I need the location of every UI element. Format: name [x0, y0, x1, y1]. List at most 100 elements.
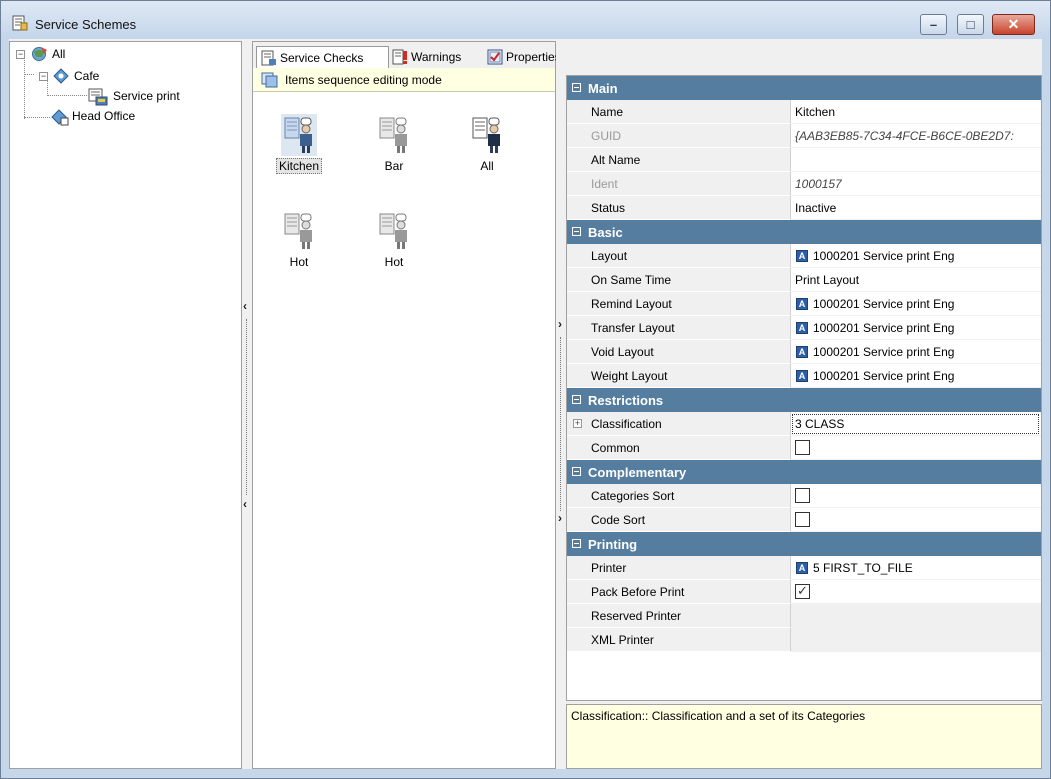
splitter-grip[interactable] [246, 319, 247, 495]
property-value-text: 1000201 Service print Eng [813, 297, 955, 311]
property-common[interactable]: Common [567, 436, 1041, 460]
service-checks-panel: Service Checks Warnings Properties Items… [252, 41, 561, 769]
property-label-text: Status [591, 201, 626, 215]
property-label: XML Printer [567, 628, 791, 652]
property-label-text: Name [591, 105, 624, 119]
collapse-icon[interactable] [572, 227, 581, 236]
tab-warnings[interactable]: Warnings [390, 46, 482, 68]
check-item-hot[interactable]: Hot [363, 212, 425, 278]
check-item-bar[interactable]: Bar [363, 116, 425, 182]
title-bar[interactable]: Service Schemes – □ ✕ [1, 1, 1050, 39]
property-status[interactable]: Status Inactive [567, 196, 1041, 220]
property-alt-name[interactable]: Alt Name [567, 148, 1041, 172]
property-ident[interactable]: Ident 1000157 [567, 172, 1041, 196]
collapse-icon[interactable] [572, 539, 581, 548]
common-checkbox[interactable] [795, 440, 810, 455]
check-item-label: Kitchen [268, 158, 330, 174]
tab-label: Properties [506, 50, 561, 64]
property-value[interactable]: A 1000201 Service print Eng [791, 364, 1041, 388]
expand-right-arrow-icon[interactable]: › [558, 317, 562, 331]
check-item-hot[interactable]: Hot [268, 212, 330, 278]
property-value[interactable]: Inactive [791, 196, 1041, 220]
description-text: Classification:: Classification and a se… [571, 709, 866, 723]
collapse-icon[interactable]: − [16, 50, 25, 59]
service-checks-icon [261, 50, 276, 66]
property-value: ✓ [791, 580, 1041, 604]
collapse-icon[interactable] [572, 395, 581, 404]
property-layout[interactable]: Layout A 1000201 Service print Eng [567, 244, 1041, 268]
property-guid[interactable]: GUID {AAB3EB85-7C34-4FCE-B6CE-0BE2D7: [567, 124, 1041, 148]
globe-icon [32, 47, 47, 61]
property-value[interactable]: A 5 FIRST_TO_FILE [791, 556, 1041, 580]
property-value[interactable]: 3 CLASS [791, 412, 1041, 436]
property-name[interactable]: Name Kitchen [567, 100, 1041, 124]
property-value[interactable] [791, 148, 1041, 172]
category-printing[interactable]: Printing [567, 532, 1041, 556]
sequence-mode-bar[interactable]: Items sequence editing mode [253, 68, 555, 92]
right-splitter[interactable]: › › [556, 41, 565, 769]
property-categories-sort[interactable]: Categories Sort [567, 484, 1041, 508]
category-restrictions[interactable]: Restrictions [567, 388, 1041, 412]
check-item-all[interactable]: All [456, 116, 518, 182]
minimize-button[interactable]: – [920, 14, 947, 35]
property-value[interactable]: A 1000201 Service print Eng [791, 316, 1041, 340]
maximize-button[interactable]: □ [957, 14, 984, 35]
tree-node-service-print[interactable]: Service print [88, 88, 208, 106]
chef-printer-icon [379, 213, 407, 249]
category-label: Complementary [588, 465, 687, 480]
code-sort-checkbox[interactable] [795, 512, 810, 527]
collapse-left-arrow-icon[interactable]: ‹ [243, 299, 247, 313]
property-value[interactable] [791, 604, 1041, 628]
layout-ref-icon: A [796, 322, 808, 334]
property-printer[interactable]: Printer A 5 FIRST_TO_FILE [567, 556, 1041, 580]
pack-before-print-checkbox[interactable]: ✓ [795, 583, 810, 599]
property-pack-before-print[interactable]: Pack Before Print ✓ [567, 580, 1041, 604]
tree-node-head-office[interactable]: Head Office [50, 108, 160, 126]
property-value[interactable]: Print Layout [791, 268, 1041, 292]
tree-connector [24, 57, 25, 119]
close-button[interactable]: ✕ [992, 14, 1035, 35]
category-main[interactable]: Main [567, 76, 1041, 100]
property-value-text: 3 CLASS [795, 417, 845, 431]
expand-icon[interactable]: + [573, 419, 582, 428]
property-code-sort[interactable]: Code Sort [567, 508, 1041, 532]
tab-properties[interactable]: Properties [485, 46, 561, 68]
scheme-tree[interactable]: − All − Cafe Service print Head Office [9, 41, 242, 769]
property-label: Void Layout [567, 340, 791, 364]
property-weight-layout[interactable]: Weight Layout A 1000201 Service print Eng [567, 364, 1041, 388]
collapse-icon[interactable] [572, 83, 581, 92]
collapse-icon[interactable] [572, 467, 581, 476]
property-value[interactable]: A 1000201 Service print Eng [791, 244, 1041, 268]
collapse-icon[interactable]: − [39, 72, 48, 81]
property-value[interactable] [791, 628, 1041, 652]
categories-sort-checkbox[interactable] [795, 488, 810, 503]
property-transfer-layout[interactable]: Transfer Layout A 1000201 Service print E… [567, 316, 1041, 340]
minimize-icon: – [929, 17, 938, 32]
tree-node-all[interactable]: − All [16, 46, 96, 64]
tab-service-checks[interactable]: Service Checks [256, 46, 389, 68]
chef-printer-icon [379, 117, 407, 153]
property-void-layout[interactable]: Void Layout A 1000201 Service print Eng [567, 340, 1041, 364]
collapse-left-arrow-icon[interactable]: ‹ [243, 497, 247, 511]
layout-ref-icon: A [796, 250, 808, 262]
tree-node-cafe[interactable]: − Cafe [39, 68, 119, 86]
property-value-text: Print Layout [795, 273, 860, 287]
property-value[interactable]: A 1000201 Service print Eng [791, 292, 1041, 316]
property-on-same-time[interactable]: On Same Time Print Layout [567, 268, 1041, 292]
category-basic[interactable]: Basic [567, 220, 1041, 244]
property-reserved-printer[interactable]: Reserved Printer [567, 604, 1041, 628]
property-label-text: Void Layout [591, 345, 654, 359]
splitter-grip[interactable] [560, 337, 561, 511]
check-item-kitchen[interactable]: Kitchen [268, 114, 330, 182]
expand-right-arrow-icon[interactable]: › [558, 511, 562, 525]
property-classification[interactable]: + Classification 3 CLASS [567, 412, 1041, 436]
property-label-text: On Same Time [591, 273, 672, 287]
property-remind-layout[interactable]: Remind Layout A 1000201 Service print Eng [567, 292, 1041, 316]
left-splitter[interactable]: ‹ ‹ [242, 41, 251, 769]
category-complementary[interactable]: Complementary [567, 460, 1041, 484]
property-value[interactable]: Kitchen [791, 100, 1041, 124]
tree-node-label: Cafe [74, 69, 100, 83]
node-diamond-icon [51, 109, 69, 126]
property-value[interactable]: A 1000201 Service print Eng [791, 340, 1041, 364]
property-xml-printer[interactable]: XML Printer [567, 628, 1041, 652]
